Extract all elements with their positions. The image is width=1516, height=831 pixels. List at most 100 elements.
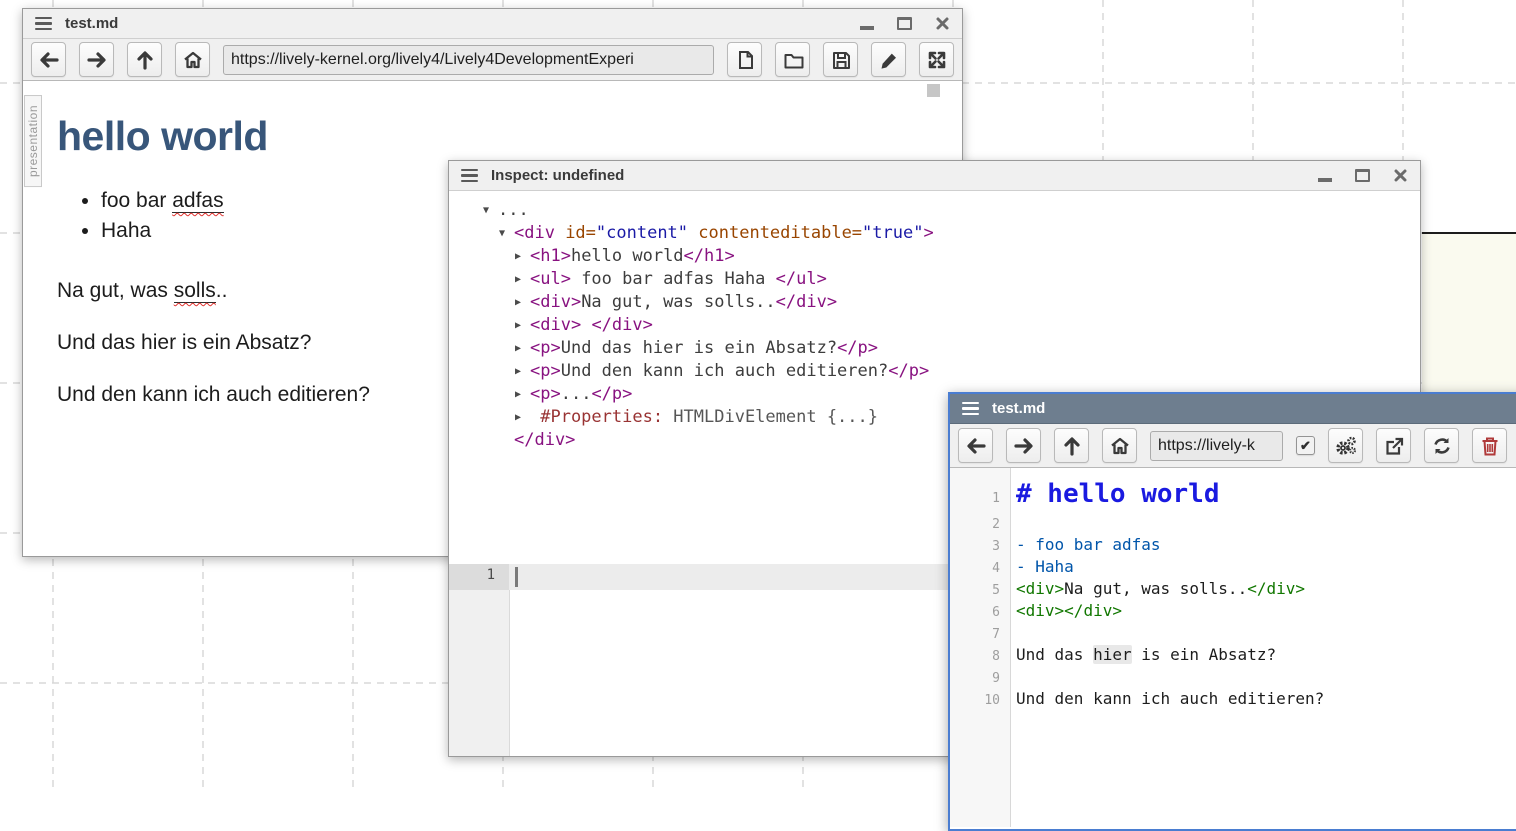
disclosure-arrow-icon[interactable]: ▼ xyxy=(483,200,498,222)
line-content: ​Und den kann ich auch editieren? xyxy=(1010,688,1324,710)
up-button[interactable] xyxy=(1054,428,1089,463)
close-button[interactable] xyxy=(935,16,950,31)
disclosure-arrow-icon[interactable]: ▶ xyxy=(515,361,530,383)
maximize-button[interactable] xyxy=(897,17,912,30)
dom-tree-node[interactable]: ▶<div> </div> xyxy=(449,314,1420,337)
line-number: 2 xyxy=(950,517,1010,532)
dom-tree-node[interactable]: ▼<div id="content" contenteditable="true… xyxy=(449,222,1420,245)
disclosure-arrow-icon[interactable]: ▶ xyxy=(515,384,530,406)
line-number: 3 xyxy=(950,539,1010,554)
line-content: ​<div>Na gut, was solls..</div> xyxy=(1010,578,1305,600)
editor-lines: 1​# hello world2​3​- foo bar adfas4​- Ha… xyxy=(950,468,1516,710)
disclosure-arrow-icon[interactable]: ▶ xyxy=(515,246,530,268)
line-content: ​ xyxy=(1010,512,1016,534)
url-input[interactable] xyxy=(223,45,714,75)
window-titlebar[interactable]: test.md xyxy=(950,394,1516,424)
editor-line[interactable]: 1​# hello world xyxy=(950,476,1516,512)
disclosure-arrow-icon[interactable]: ▶ xyxy=(515,315,530,337)
back-arrow-icon xyxy=(965,435,987,457)
line-number: 5 xyxy=(950,583,1010,598)
code-editor[interactable]: 1​# hello world2​3​- foo bar adfas4​- Ha… xyxy=(950,468,1516,827)
maximize-button[interactable] xyxy=(1355,169,1370,182)
editor-line[interactable]: 5​<div>Na gut, was solls..</div> xyxy=(950,578,1516,600)
editor-line[interactable]: 9​ xyxy=(950,666,1516,688)
open-external-button[interactable] xyxy=(1376,428,1411,463)
minimize-button[interactable] xyxy=(1318,169,1332,182)
window-title: test.md xyxy=(65,15,118,32)
editor-line[interactable]: 6​<div></div> xyxy=(950,600,1516,622)
minimize-button[interactable] xyxy=(860,17,874,30)
disclosure-arrow-icon[interactable]: ▶ xyxy=(515,269,530,291)
presentation-tab[interactable]: presentation xyxy=(24,95,42,187)
back-arrow-icon xyxy=(38,49,60,71)
disclosure-arrow-icon[interactable]: ▼ xyxy=(499,223,514,245)
dom-tree-node[interactable]: ▶<p>Und den kann ich auch editieren?</p> xyxy=(449,360,1420,383)
reload-button[interactable] xyxy=(1424,428,1459,463)
line-number: 4 xyxy=(950,561,1010,576)
scrollbar-knob[interactable] xyxy=(927,84,940,97)
edit-button[interactable] xyxy=(871,42,906,77)
misspelled-word: adfas xyxy=(172,189,223,213)
refresh-icon xyxy=(1431,435,1453,457)
up-arrow-icon xyxy=(134,49,156,71)
line-number: 1 xyxy=(449,564,509,590)
editor-line[interactable]: 2​ xyxy=(950,512,1516,534)
line-number: 8 xyxy=(950,649,1010,664)
up-arrow-icon xyxy=(1061,435,1083,457)
dom-tree-node[interactable]: ▼... xyxy=(449,199,1420,222)
lively-desktop: { "colors": { "focused_titlebar": "#6e7e… xyxy=(0,0,1516,793)
editor-line[interactable]: 3​- foo bar adfas xyxy=(950,534,1516,556)
dom-tree-node[interactable]: ▶<ul> foo bar adfas Haha </ul> xyxy=(449,268,1420,291)
open-folder-button[interactable] xyxy=(775,42,810,77)
save-floppy-icon xyxy=(830,49,852,71)
forward-arrow-icon xyxy=(86,49,108,71)
disclosure-arrow-icon[interactable]: ▶ xyxy=(515,338,530,360)
line-content: ​ xyxy=(1010,622,1016,644)
window-menu-icon[interactable] xyxy=(461,169,478,183)
dom-tree-node[interactable]: ▶<p>Und das hier is ein Absatz?</p> xyxy=(449,337,1420,360)
dom-tree-node[interactable]: ▶<h1>hello world</h1> xyxy=(449,245,1420,268)
auto-update-checkbox[interactable]: ✔ xyxy=(1296,436,1315,455)
home-icon xyxy=(182,49,204,71)
editor-line[interactable]: 10​Und den kann ich auch editieren? xyxy=(950,688,1516,710)
folder-icon xyxy=(782,49,804,71)
text-cursor xyxy=(515,567,518,587)
disclosure-arrow-icon[interactable]: ▶ xyxy=(515,407,530,429)
forward-button[interactable] xyxy=(79,42,114,77)
window-menu-icon[interactable] xyxy=(35,17,52,31)
settings-button[interactable] xyxy=(1328,428,1363,463)
trash-icon xyxy=(1479,435,1501,457)
forward-arrow-icon xyxy=(1013,435,1035,457)
line-content: ​<div></div> xyxy=(1010,600,1122,622)
close-button[interactable] xyxy=(1393,168,1408,183)
window-title: Inspect: undefined xyxy=(491,167,624,184)
expand-button[interactable] xyxy=(919,42,954,77)
line-content: ​Und das hier is ein Absatz? xyxy=(1010,644,1276,666)
window-titlebar[interactable]: test.md xyxy=(23,9,962,39)
up-button[interactable] xyxy=(127,42,162,77)
line-number: 10 xyxy=(950,693,1010,708)
editor-line[interactable]: 4​- Haha xyxy=(950,556,1516,578)
dom-tree-node[interactable]: ▶<div>Na gut, was solls..</div> xyxy=(449,291,1420,314)
back-button[interactable] xyxy=(31,42,66,77)
window-title: test.md xyxy=(992,400,1045,417)
new-file-icon xyxy=(734,49,756,71)
new-file-button[interactable] xyxy=(727,42,762,77)
window-menu-icon[interactable] xyxy=(962,402,979,416)
forward-button[interactable] xyxy=(1006,428,1041,463)
disclosure-arrow-icon[interactable]: ▶ xyxy=(515,292,530,314)
back-button[interactable] xyxy=(958,428,993,463)
home-button[interactable] xyxy=(175,42,210,77)
url-input[interactable] xyxy=(1150,431,1283,461)
pencil-icon xyxy=(878,49,900,71)
save-button[interactable] xyxy=(823,42,858,77)
editor-line[interactable]: 7​ xyxy=(950,622,1516,644)
window-titlebar[interactable]: Inspect: undefined xyxy=(449,161,1420,191)
home-button[interactable] xyxy=(1102,428,1137,463)
editor-line[interactable]: 8​Und das hier is ein Absatz? xyxy=(950,644,1516,666)
line-number: 7 xyxy=(950,627,1010,642)
misspelled-word: solls xyxy=(174,279,216,303)
delete-button[interactable] xyxy=(1472,428,1507,463)
page-title: hello world xyxy=(57,113,962,159)
navigation-toolbar xyxy=(23,39,962,81)
